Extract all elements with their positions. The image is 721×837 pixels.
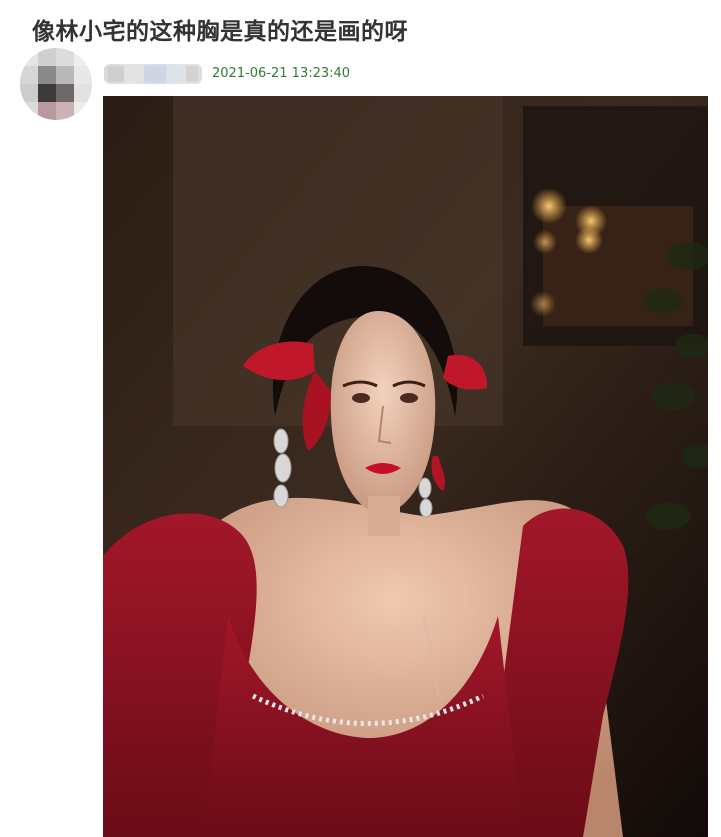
post-photo[interactable]	[103, 96, 708, 837]
post-timestamp: 2021-06-21 13:23:40	[212, 66, 351, 81]
portrait-illustration	[103, 96, 708, 837]
username[interactable]	[104, 64, 202, 84]
avatar[interactable]	[20, 48, 92, 120]
post-title: 像林小宅的这种胸是真的还是画的呀	[32, 19, 408, 45]
